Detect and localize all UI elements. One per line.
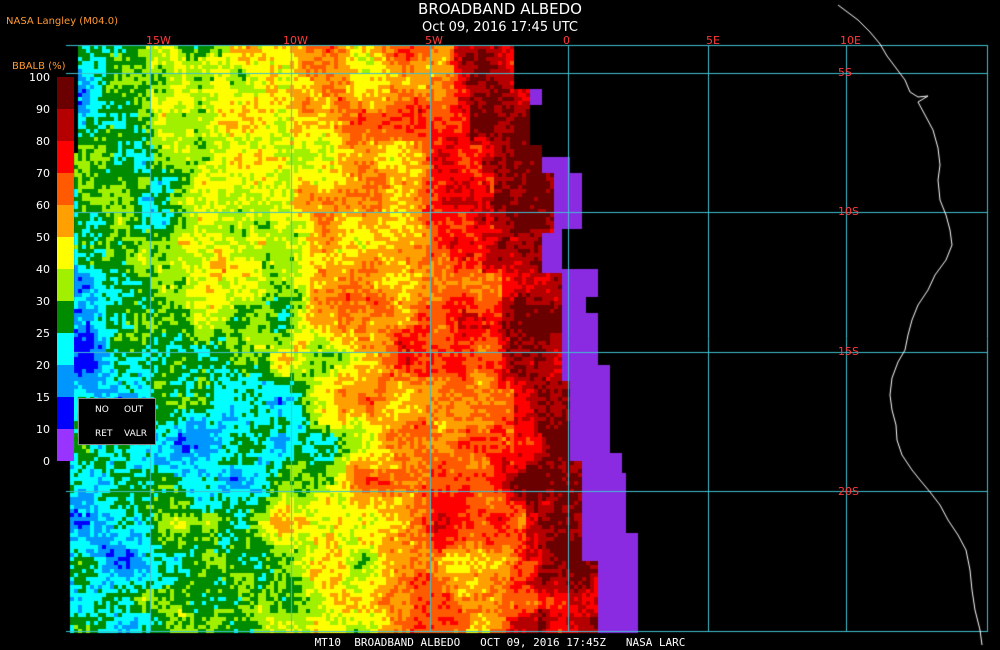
legend-tick-label: 40 [36,263,50,276]
legend-tick-label: 60 [36,199,50,212]
legend-swatch [57,269,74,301]
legend-swatch [57,333,74,365]
longitude-label: 5W [425,34,443,47]
legend-tick-label: 15 [36,391,50,404]
legend-swatch [57,109,74,141]
legend-swatch [57,173,74,205]
legend-tick-label: 0 [43,455,50,468]
legend-tick-label: 50 [36,231,50,244]
footer-caption: MT10 BROADBAND ALBEDO OCT 09, 2016 17:45… [314,636,686,649]
map-timestamp: Oct 09, 2016 17:45 UTC [422,20,578,35]
longitude-label: 15W [146,34,171,47]
legend-swatch [57,205,74,237]
legend-swatch [57,397,74,429]
legend-swatch [57,77,74,109]
legend-swatch [57,429,74,461]
latitude-label: 15S [838,345,859,358]
latitude-label: 10S [838,205,859,218]
valr-label: VALR [124,429,148,439]
legend-tick-label: 20 [36,359,50,372]
longitude-label: 5E [706,34,720,47]
latitude-label: 20S [838,485,859,498]
albedo-map-canvas [0,0,1000,650]
legend-swatch [57,141,74,173]
map-title: BROADBAND ALBEDO [418,0,582,18]
legend-swatch [57,365,74,397]
longitude-label: 10E [840,34,861,47]
legend-tick-label: 25 [36,327,50,340]
latitude-label: 5S [838,66,852,79]
no-label: NO [95,405,109,415]
legend-tick-label: 100 [29,71,50,84]
legend-tick-label: 80 [36,135,50,148]
credit-label: NASA Langley (M04.0) [6,16,118,27]
no-retrieval-key: NO OUT RET VALR [78,398,156,445]
legend-tick-label: 30 [36,295,50,308]
ret-label: RET [95,429,113,439]
legend-swatch [57,237,74,269]
legend-tick-label: 70 [36,167,50,180]
out-label: OUT [124,405,144,415]
legend-swatch [57,301,74,333]
longitude-label: 0 [563,34,570,47]
legend-tick-label: 10 [36,423,50,436]
legend-tick-label: 90 [36,103,50,116]
longitude-label: 10W [283,34,308,47]
